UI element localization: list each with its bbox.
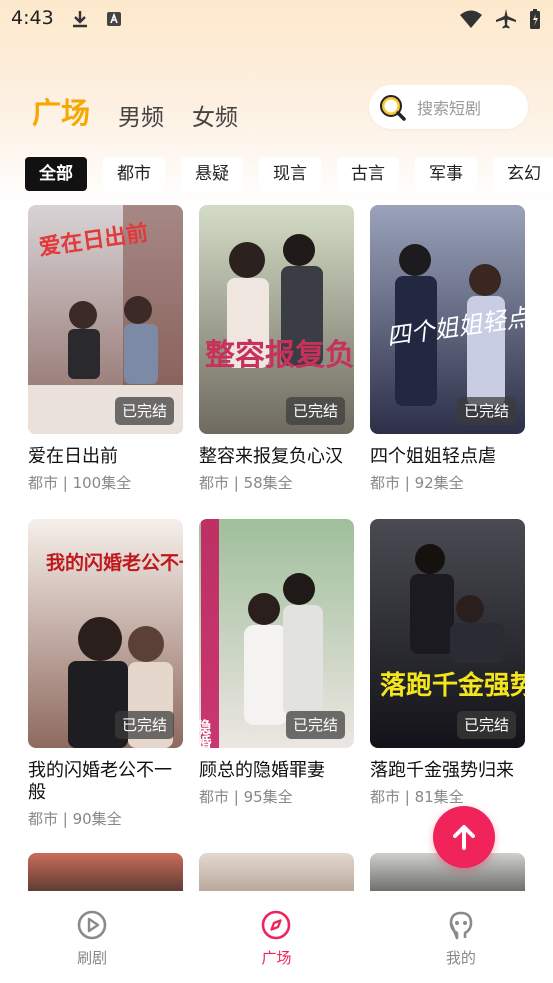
airplane-icon [496, 9, 516, 29]
tab-female[interactable]: 女频 [192, 98, 238, 132]
status-badge: 已完结 [456, 397, 516, 425]
poster-title-text: 隐婚罪妻 [199, 719, 212, 748]
drama-title: 顾总的隐婚罪妻 [199, 760, 325, 781]
play-circle-icon [77, 910, 107, 940]
drama-title: 爱在日出前 [28, 446, 118, 467]
drama-meta: 都市 | 58集全 [199, 474, 293, 492]
scroll-to-top-button[interactable] [433, 806, 495, 868]
keyboard-icon [107, 12, 121, 26]
chip-suspense[interactable]: 悬疑 [181, 157, 243, 191]
chip-military[interactable]: 军事 [415, 157, 477, 191]
drama-title: 落跑千金强势归来 [370, 760, 514, 781]
nav-item-profile[interactable]: 我的 [369, 891, 553, 983]
drama-title: 整容来报复负心汉 [199, 446, 343, 467]
drama-card-partial[interactable] [199, 853, 354, 893]
nav-label: 刷剧 [77, 949, 108, 967]
chip-fantasy[interactable]: 玄幻 [493, 157, 553, 191]
nav-label: 广场 [261, 949, 292, 967]
status-badge: 已完结 [456, 711, 516, 739]
drama-poster[interactable]: 整容报复负心汉 已完结 [199, 205, 354, 434]
chip-urban[interactable]: 都市 [103, 157, 165, 191]
drama-meta: 都市 | 92集全 [370, 474, 464, 492]
search-icon [380, 95, 406, 121]
status-badge: 已完结 [114, 711, 174, 739]
status-bar: 4:43 [0, 0, 553, 38]
bottom-nav: 刷剧 广场 我的 [0, 891, 553, 983]
category-chips: 全部 都市 悬疑 现言 古言 军事 玄幻 [25, 157, 553, 191]
drama-card[interactable]: 四个姐姐轻点虐 已完结 四个姐姐轻点虐 都市 | 92集全 [370, 205, 525, 493]
search-box[interactable]: 搜索短剧 [369, 85, 528, 129]
poster-title-text: 落跑千金强势归来 [380, 670, 525, 701]
download-icon [73, 11, 87, 28]
nav-item-watch[interactable]: 刷剧 [0, 891, 184, 983]
status-time: 4:43 [11, 7, 54, 29]
drama-card[interactable]: 整容报复负心汉 已完结 整容来报复负心汉 都市 | 58集全 [199, 205, 354, 493]
drama-poster[interactable]: 落跑千金强势归来 已完结 [370, 519, 525, 748]
search-placeholder: 搜索短剧 [417, 99, 482, 118]
battery-icon [530, 9, 540, 29]
drama-meta: 都市 | 100集全 [28, 474, 132, 492]
chip-all[interactable]: 全部 [25, 157, 87, 191]
drama-meta: 都市 | 95集全 [199, 788, 293, 806]
compass-icon [262, 910, 291, 940]
tab-plaza[interactable]: 广场 [32, 90, 90, 132]
drama-card[interactable]: 爱在日出前 已完结 爱在日出前 都市 | 100集全 [28, 205, 183, 493]
nav-label: 我的 [445, 949, 476, 967]
tab-male[interactable]: 男频 [118, 98, 164, 132]
drama-meta: 都市 | 90集全 [28, 810, 122, 828]
arrow-up-icon [453, 825, 475, 850]
poster-title-text: 我的闪婚老公不一般 [46, 551, 183, 574]
drama-poster[interactable]: 我的闪婚老公不一般 已完结 [28, 519, 183, 748]
wifi-icon [460, 10, 482, 28]
profile-icon [449, 911, 473, 940]
drama-card[interactable]: 隐婚罪妻 已完结 顾总的隐婚罪妻 都市 | 95集全 [199, 519, 354, 807]
drama-meta: 都市 | 81集全 [370, 788, 464, 806]
drama-title: 四个姐姐轻点虐 [370, 446, 496, 467]
nav-item-plaza[interactable]: 广场 [184, 891, 368, 983]
drama-card[interactable]: 落跑千金强势归来 已完结 落跑千金强势归来 都市 | 81集全 [370, 519, 525, 807]
status-badge: 已完结 [285, 711, 345, 739]
chip-ancient-romance[interactable]: 古言 [337, 157, 399, 191]
status-badge: 已完结 [114, 397, 174, 425]
drama-title: 我的闪婚老公不一般 [28, 760, 172, 803]
drama-card-partial[interactable] [28, 853, 183, 893]
drama-poster[interactable]: 四个姐姐轻点虐 已完结 [370, 205, 525, 434]
drama-poster[interactable]: 隐婚罪妻 已完结 [199, 519, 354, 748]
drama-poster[interactable]: 爱在日出前 已完结 [28, 205, 183, 434]
chip-modern-romance[interactable]: 现言 [259, 157, 321, 191]
poster-title-text: 整容报复负心汉 [205, 338, 354, 373]
drama-card[interactable]: 我的闪婚老公不一般 已完结 我的闪婚老公不一般 都市 | 90集全 [28, 519, 183, 829]
channel-tabs: 广场 男频 女频 [32, 90, 238, 132]
status-badge: 已完结 [285, 397, 345, 425]
